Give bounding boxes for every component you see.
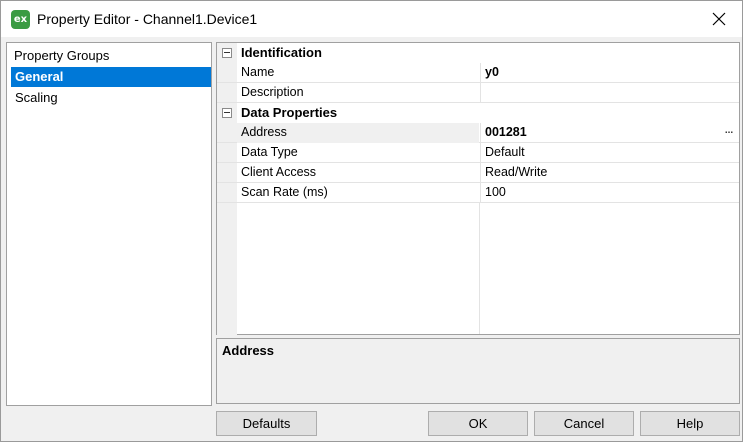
- property-name: Name: [241, 65, 275, 79]
- property-value[interactable]: 100: [480, 183, 739, 203]
- category-label: Identification: [241, 45, 322, 60]
- property-name: Scan Rate (ms): [241, 185, 328, 199]
- collapse-icon[interactable]: [222, 48, 232, 58]
- category-data-properties: Data Properties: [217, 103, 739, 123]
- property-row-address[interactable]: Address 001281 ...: [217, 123, 739, 143]
- property-value[interactable]: Read/Write: [480, 163, 739, 183]
- app-logo-icon: ex: [11, 10, 30, 29]
- property-row-name[interactable]: Name y0: [217, 63, 739, 83]
- property-name: Address: [237, 123, 479, 143]
- close-button[interactable]: [696, 1, 742, 37]
- property-editor-window: ex Property Editor - Channel1.Device1 Pr…: [0, 0, 743, 442]
- browse-ellipsis-button[interactable]: ...: [721, 125, 737, 140]
- defaults-button[interactable]: Defaults: [216, 411, 317, 436]
- help-button[interactable]: Help: [640, 411, 740, 436]
- collapse-icon[interactable]: [222, 108, 232, 118]
- property-name: Data Type: [241, 145, 298, 159]
- group-item-scaling[interactable]: Scaling: [11, 88, 211, 108]
- category-label: Data Properties: [241, 105, 338, 120]
- window-title: Property Editor - Channel1.Device1: [37, 11, 258, 27]
- property-value[interactable]: y0: [480, 63, 739, 83]
- category-identification: Identification: [217, 43, 739, 63]
- description-panel: Address: [216, 338, 740, 404]
- property-row-client-access[interactable]: Client Access Read/Write: [217, 163, 739, 183]
- property-row-scan-rate[interactable]: Scan Rate (ms) 100: [217, 183, 739, 203]
- ok-button[interactable]: OK: [428, 411, 528, 436]
- property-name: Client Access: [241, 165, 317, 179]
- property-value[interactable]: 001281 ...: [480, 123, 739, 143]
- group-item-general[interactable]: General: [11, 67, 211, 87]
- property-grid: Identification Name y0 Description Data …: [216, 42, 740, 336]
- cancel-button[interactable]: Cancel: [534, 411, 634, 436]
- title-bar: ex Property Editor - Channel1.Device1: [1, 1, 742, 37]
- property-row-description[interactable]: Description: [217, 83, 739, 103]
- property-groups-panel: Property Groups General Scaling: [6, 42, 212, 406]
- close-icon: [712, 12, 726, 26]
- property-value[interactable]: [480, 83, 739, 103]
- address-value: 001281: [485, 125, 527, 139]
- column-divider[interactable]: [479, 203, 480, 334]
- property-groups-header: Property Groups: [14, 48, 110, 63]
- property-row-data-type[interactable]: Data Type Default: [217, 143, 739, 163]
- description-title: Address: [222, 343, 275, 358]
- property-value[interactable]: Default: [480, 143, 739, 163]
- property-name: Description: [241, 85, 304, 99]
